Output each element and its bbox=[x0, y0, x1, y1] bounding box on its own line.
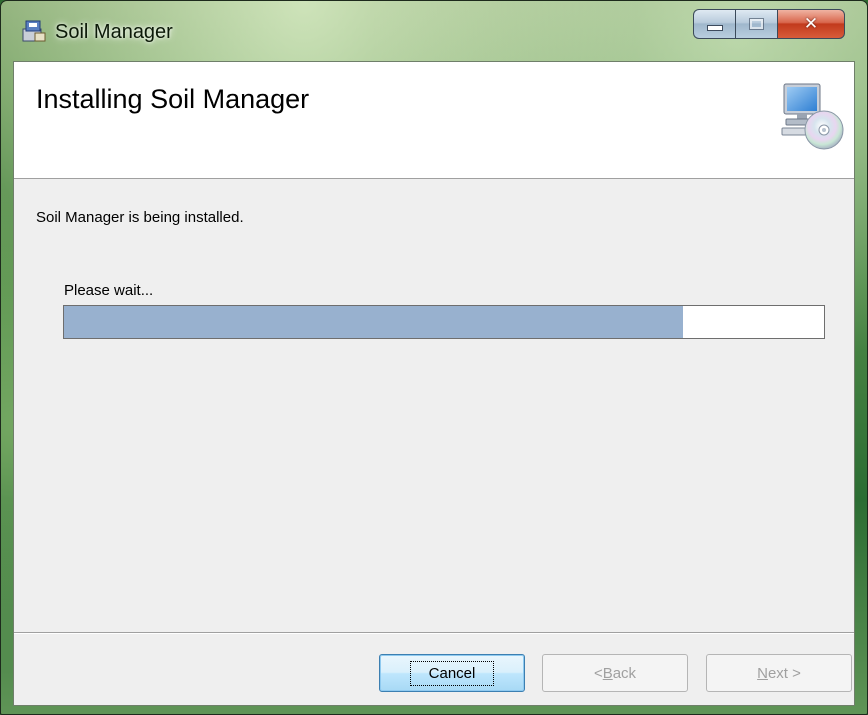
maximize-button[interactable] bbox=[735, 9, 777, 39]
next-button[interactable]: Next > bbox=[706, 654, 852, 692]
window-title: Soil Manager bbox=[55, 21, 173, 43]
maximize-icon bbox=[749, 18, 764, 30]
close-button[interactable]: ✕ bbox=[777, 9, 845, 39]
computer-cd-icon bbox=[780, 82, 846, 152]
progress-fill bbox=[64, 306, 684, 338]
installer-dialog: Installing Soil Manager Soil Manager is … bbox=[13, 61, 855, 706]
next-label-rest: ext > bbox=[767, 664, 801, 682]
installer-window: Soil Manager ✕ Installing Soil Manager S… bbox=[0, 0, 868, 715]
caption-buttons: ✕ bbox=[693, 9, 855, 41]
back-label-prefix: < bbox=[593, 664, 603, 682]
title-bar[interactable]: Soil Manager ✕ bbox=[1, 1, 867, 61]
minimize-icon bbox=[706, 25, 723, 31]
install-status-text: Soil Manager is being installed. bbox=[36, 209, 244, 226]
page-title: Installing Soil Manager bbox=[36, 84, 310, 114]
progress-label: Please wait... bbox=[64, 282, 154, 299]
next-label-accel: N bbox=[757, 664, 768, 682]
header-banner: Installing Soil Manager bbox=[14, 62, 854, 179]
back-label-rest: ack bbox=[612, 664, 637, 682]
install-progress-bar bbox=[63, 305, 825, 339]
minimize-button[interactable] bbox=[693, 9, 735, 39]
back-label-accel: B bbox=[602, 664, 613, 682]
close-icon: ✕ bbox=[803, 14, 819, 34]
cancel-label: Cancel bbox=[409, 660, 495, 686]
back-button[interactable]: < Back bbox=[542, 654, 688, 692]
cancel-button[interactable]: Cancel bbox=[379, 654, 525, 692]
footer-divider bbox=[14, 632, 854, 634]
installer-icon bbox=[21, 19, 47, 43]
